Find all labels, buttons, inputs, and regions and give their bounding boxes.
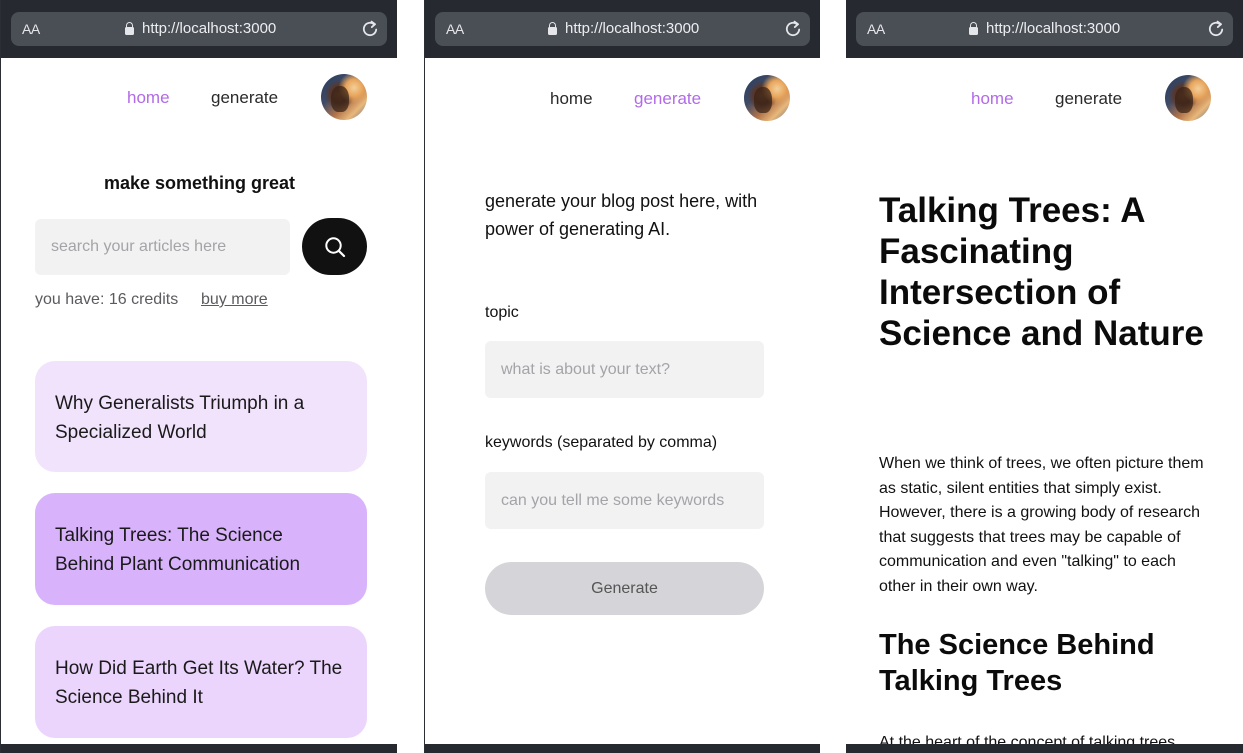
generate-button[interactable]: Generate (485, 562, 764, 615)
credits-text: you have: 16 credits (35, 291, 179, 308)
nav-generate[interactable]: generate (211, 88, 278, 108)
nav-home[interactable]: home (127, 88, 170, 108)
article-paragraph: When we think of trees, we often picture… (879, 455, 1204, 595)
avatar[interactable] (1165, 75, 1211, 121)
browser-toolbar: AA http://localhost:3000 (846, 0, 1243, 58)
article-card[interactable]: How Did Earth Get Its Water? The Science… (35, 626, 367, 738)
topic-input[interactable] (485, 341, 764, 398)
avatar[interactable] (744, 75, 790, 121)
nav-generate[interactable]: generate (634, 89, 701, 109)
search-button[interactable] (302, 218, 367, 275)
article-title: Talking Trees: A Fascinating Intersectio… (879, 191, 1204, 353)
nav-home[interactable]: home (971, 89, 1014, 109)
home-screen: AA http://localhost:3000 home generate m… (0, 0, 397, 753)
url-text[interactable]: http://localhost:3000 (565, 20, 699, 37)
url-text[interactable]: http://localhost:3000 (142, 20, 276, 37)
browser-toolbar: AA http://localhost:3000 (425, 0, 820, 58)
lock-icon (969, 22, 978, 35)
keywords-label: keywords (separated by comma) (485, 434, 718, 451)
text-size-button[interactable]: AA (867, 21, 885, 37)
search-input[interactable] (35, 219, 290, 275)
bottom-bar (846, 744, 1243, 753)
buy-more-link[interactable]: buy more (201, 291, 268, 309)
bottom-bar (425, 744, 820, 753)
avatar[interactable] (321, 74, 367, 120)
text-size-button[interactable]: AA (22, 21, 40, 37)
reload-icon[interactable] (783, 19, 803, 39)
lock-icon (548, 22, 557, 35)
address-bar[interactable]: AA http://localhost:3000 (435, 12, 810, 46)
page-title: make something great (103, 173, 296, 193)
lock-icon (125, 22, 134, 35)
generate-intro: generate your blog post here, with power… (485, 191, 758, 239)
browser-toolbar: AA http://localhost:3000 (1, 0, 397, 58)
article-heading: The Science Behind Talking Trees (879, 629, 1155, 697)
article-card[interactable]: Talking Trees: The Science Behind Plant … (35, 493, 367, 605)
address-bar[interactable]: AA http://localhost:3000 (11, 12, 387, 46)
article-screen: AA http://localhost:3000 home generate T… (846, 0, 1243, 753)
generate-screen: AA http://localhost:3000 home generate g… (424, 0, 820, 753)
nav-home[interactable]: home (550, 89, 593, 109)
bottom-bar (1, 744, 397, 753)
article-card[interactable]: Why Generalists Triumph in a Specialized… (35, 361, 367, 472)
address-bar[interactable]: AA http://localhost:3000 (856, 12, 1233, 46)
keywords-input[interactable] (485, 472, 764, 529)
nav-generate[interactable]: generate (1055, 89, 1122, 109)
search-icon (324, 236, 345, 257)
reload-icon[interactable] (1206, 19, 1226, 39)
reload-icon[interactable] (360, 19, 380, 39)
text-size-button[interactable]: AA (446, 21, 464, 37)
topic-label: topic (485, 304, 519, 321)
url-text[interactable]: http://localhost:3000 (986, 20, 1120, 37)
